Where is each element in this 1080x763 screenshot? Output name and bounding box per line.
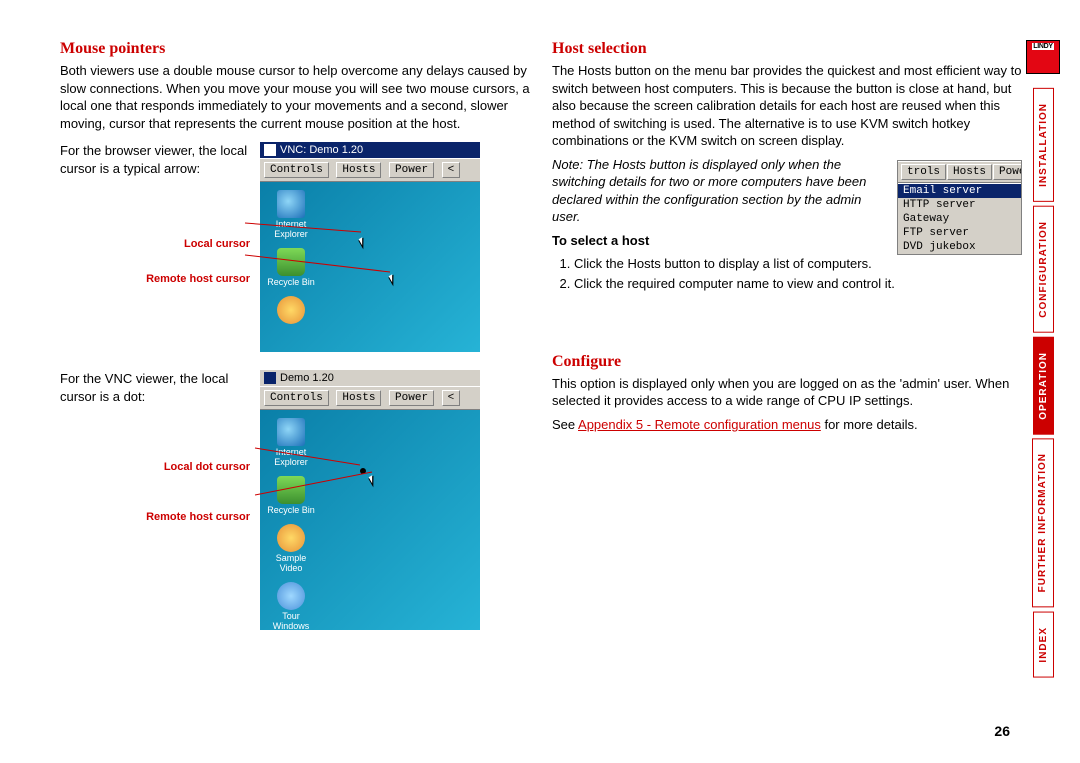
controls-button[interactable]: Controls: [264, 162, 329, 178]
scroll-left[interactable]: <: [442, 162, 461, 178]
intro-para: Both viewers use a double mouse cursor t…: [60, 62, 530, 132]
window-titlebar-2: Demo 1.20: [260, 370, 480, 386]
browser-caption: For the browser viewer, the local cursor…: [60, 143, 247, 176]
dropdown-toolbar: trolsHostsPower: [898, 161, 1021, 183]
hosts-button[interactable]: Hosts: [336, 162, 381, 178]
right-rail: LINDY INSTALLATION CONFIGURATION OPERATI…: [1024, 40, 1062, 677]
scroll-left[interactable]: <: [442, 390, 461, 406]
vnc-icon: [264, 372, 276, 384]
hosts-button[interactable]: Hosts: [336, 390, 381, 406]
controls-button[interactable]: Controls: [264, 390, 329, 406]
toolbar-2: Controls Hosts Power <: [260, 386, 480, 410]
desktop-icon-tour: Tour Windows XP: [266, 582, 316, 631]
screenshot-hosts-dropdown: trolsHostsPower Email server HTTP server…: [897, 160, 1022, 255]
window-title-2: Demo 1.20: [280, 372, 334, 384]
screenshot-vnc-viewer: Demo 1.20 Controls Hosts Power < Interne…: [260, 370, 480, 630]
power-button[interactable]: Power: [389, 390, 434, 406]
host-item-dvd[interactable]: DVD jukebox: [898, 240, 1021, 254]
host-note: Note: The Hosts button is displayed only…: [552, 156, 882, 226]
controls-button-frag[interactable]: trols: [901, 164, 946, 180]
local-cursor-arrow: [358, 235, 373, 250]
host-item-ftp[interactable]: FTP server: [898, 226, 1021, 240]
see-suffix: for more details.: [821, 417, 918, 432]
host-item-gateway[interactable]: Gateway: [898, 212, 1021, 226]
desktop-icon-ie: Internet Explorer: [266, 418, 316, 468]
vnc-icon: [264, 144, 276, 156]
window-titlebar: VNC: Demo 1.20: [260, 142, 480, 158]
host-item-http[interactable]: HTTP server: [898, 198, 1021, 212]
annot-remote-cursor-2: Remote host cursor: [60, 510, 260, 525]
power-button[interactable]: Power: [993, 164, 1021, 180]
nav-further-information[interactable]: FURTHER INFORMATION: [1032, 438, 1054, 607]
screenshot-browser-viewer: VNC: Demo 1.20 Controls Hosts Power < In…: [260, 142, 480, 352]
heading-configure: Configure: [552, 353, 1022, 371]
desktop-icon-sample: Sample Video: [266, 524, 316, 574]
hosts-menu: Email server HTTP server Gateway FTP ser…: [898, 183, 1021, 254]
desktop-2: Internet Explorer Recycle Bin Sample Vid…: [260, 410, 480, 630]
hosts-button[interactable]: Hosts: [947, 164, 992, 180]
host-item-email[interactable]: Email server: [898, 184, 1021, 198]
vnc-caption: For the VNC viewer, the local cursor is …: [60, 371, 228, 404]
appendix-link[interactable]: Appendix 5 - Remote configuration menus: [578, 417, 821, 432]
annot-local-dot-cursor: Local dot cursor: [60, 460, 260, 475]
configure-see-line: See Appendix 5 - Remote configuration me…: [552, 416, 1022, 434]
nav-configuration[interactable]: CONFIGURATION: [1033, 206, 1054, 333]
remote-cursor-arrow-2: [368, 473, 383, 488]
annot-local-cursor: Local cursor: [60, 237, 260, 252]
power-button[interactable]: Power: [389, 162, 434, 178]
toolbar: Controls Hosts Power <: [260, 158, 480, 182]
nav-installation[interactable]: INSTALLATION: [1033, 88, 1054, 202]
window-title: VNC: Demo 1.20: [280, 144, 363, 156]
page-number: 26: [994, 723, 1010, 739]
desktop-icon-bin: Recycle Bin: [266, 248, 316, 288]
configure-para: This option is displayed only when you a…: [552, 375, 1022, 410]
heading-host-selection: Host selection: [552, 40, 1022, 58]
remote-cursor-arrow: [388, 272, 403, 287]
host-para: The Hosts button on the menu bar provide…: [552, 62, 1022, 150]
desktop-icon-ie: Internet Explorer: [266, 190, 316, 240]
nav-operation[interactable]: OPERATION: [1033, 337, 1054, 435]
nav-index[interactable]: INDEX: [1033, 612, 1054, 678]
desktop: Internet Explorer Recycle Bin: [260, 182, 480, 352]
local-cursor-dot: [360, 468, 366, 474]
see-prefix: See: [552, 417, 578, 432]
step-2: Click the required computer name to view…: [574, 275, 914, 293]
lindy-logo: LINDY: [1026, 40, 1060, 74]
heading-mouse-pointers: Mouse pointers: [60, 40, 530, 58]
desktop-icon-bin: Recycle Bin: [266, 476, 316, 516]
annot-remote-cursor: Remote host cursor: [60, 272, 260, 287]
desktop-icon-media: [266, 296, 316, 324]
step-1: Click the Hosts button to display a list…: [574, 255, 914, 273]
